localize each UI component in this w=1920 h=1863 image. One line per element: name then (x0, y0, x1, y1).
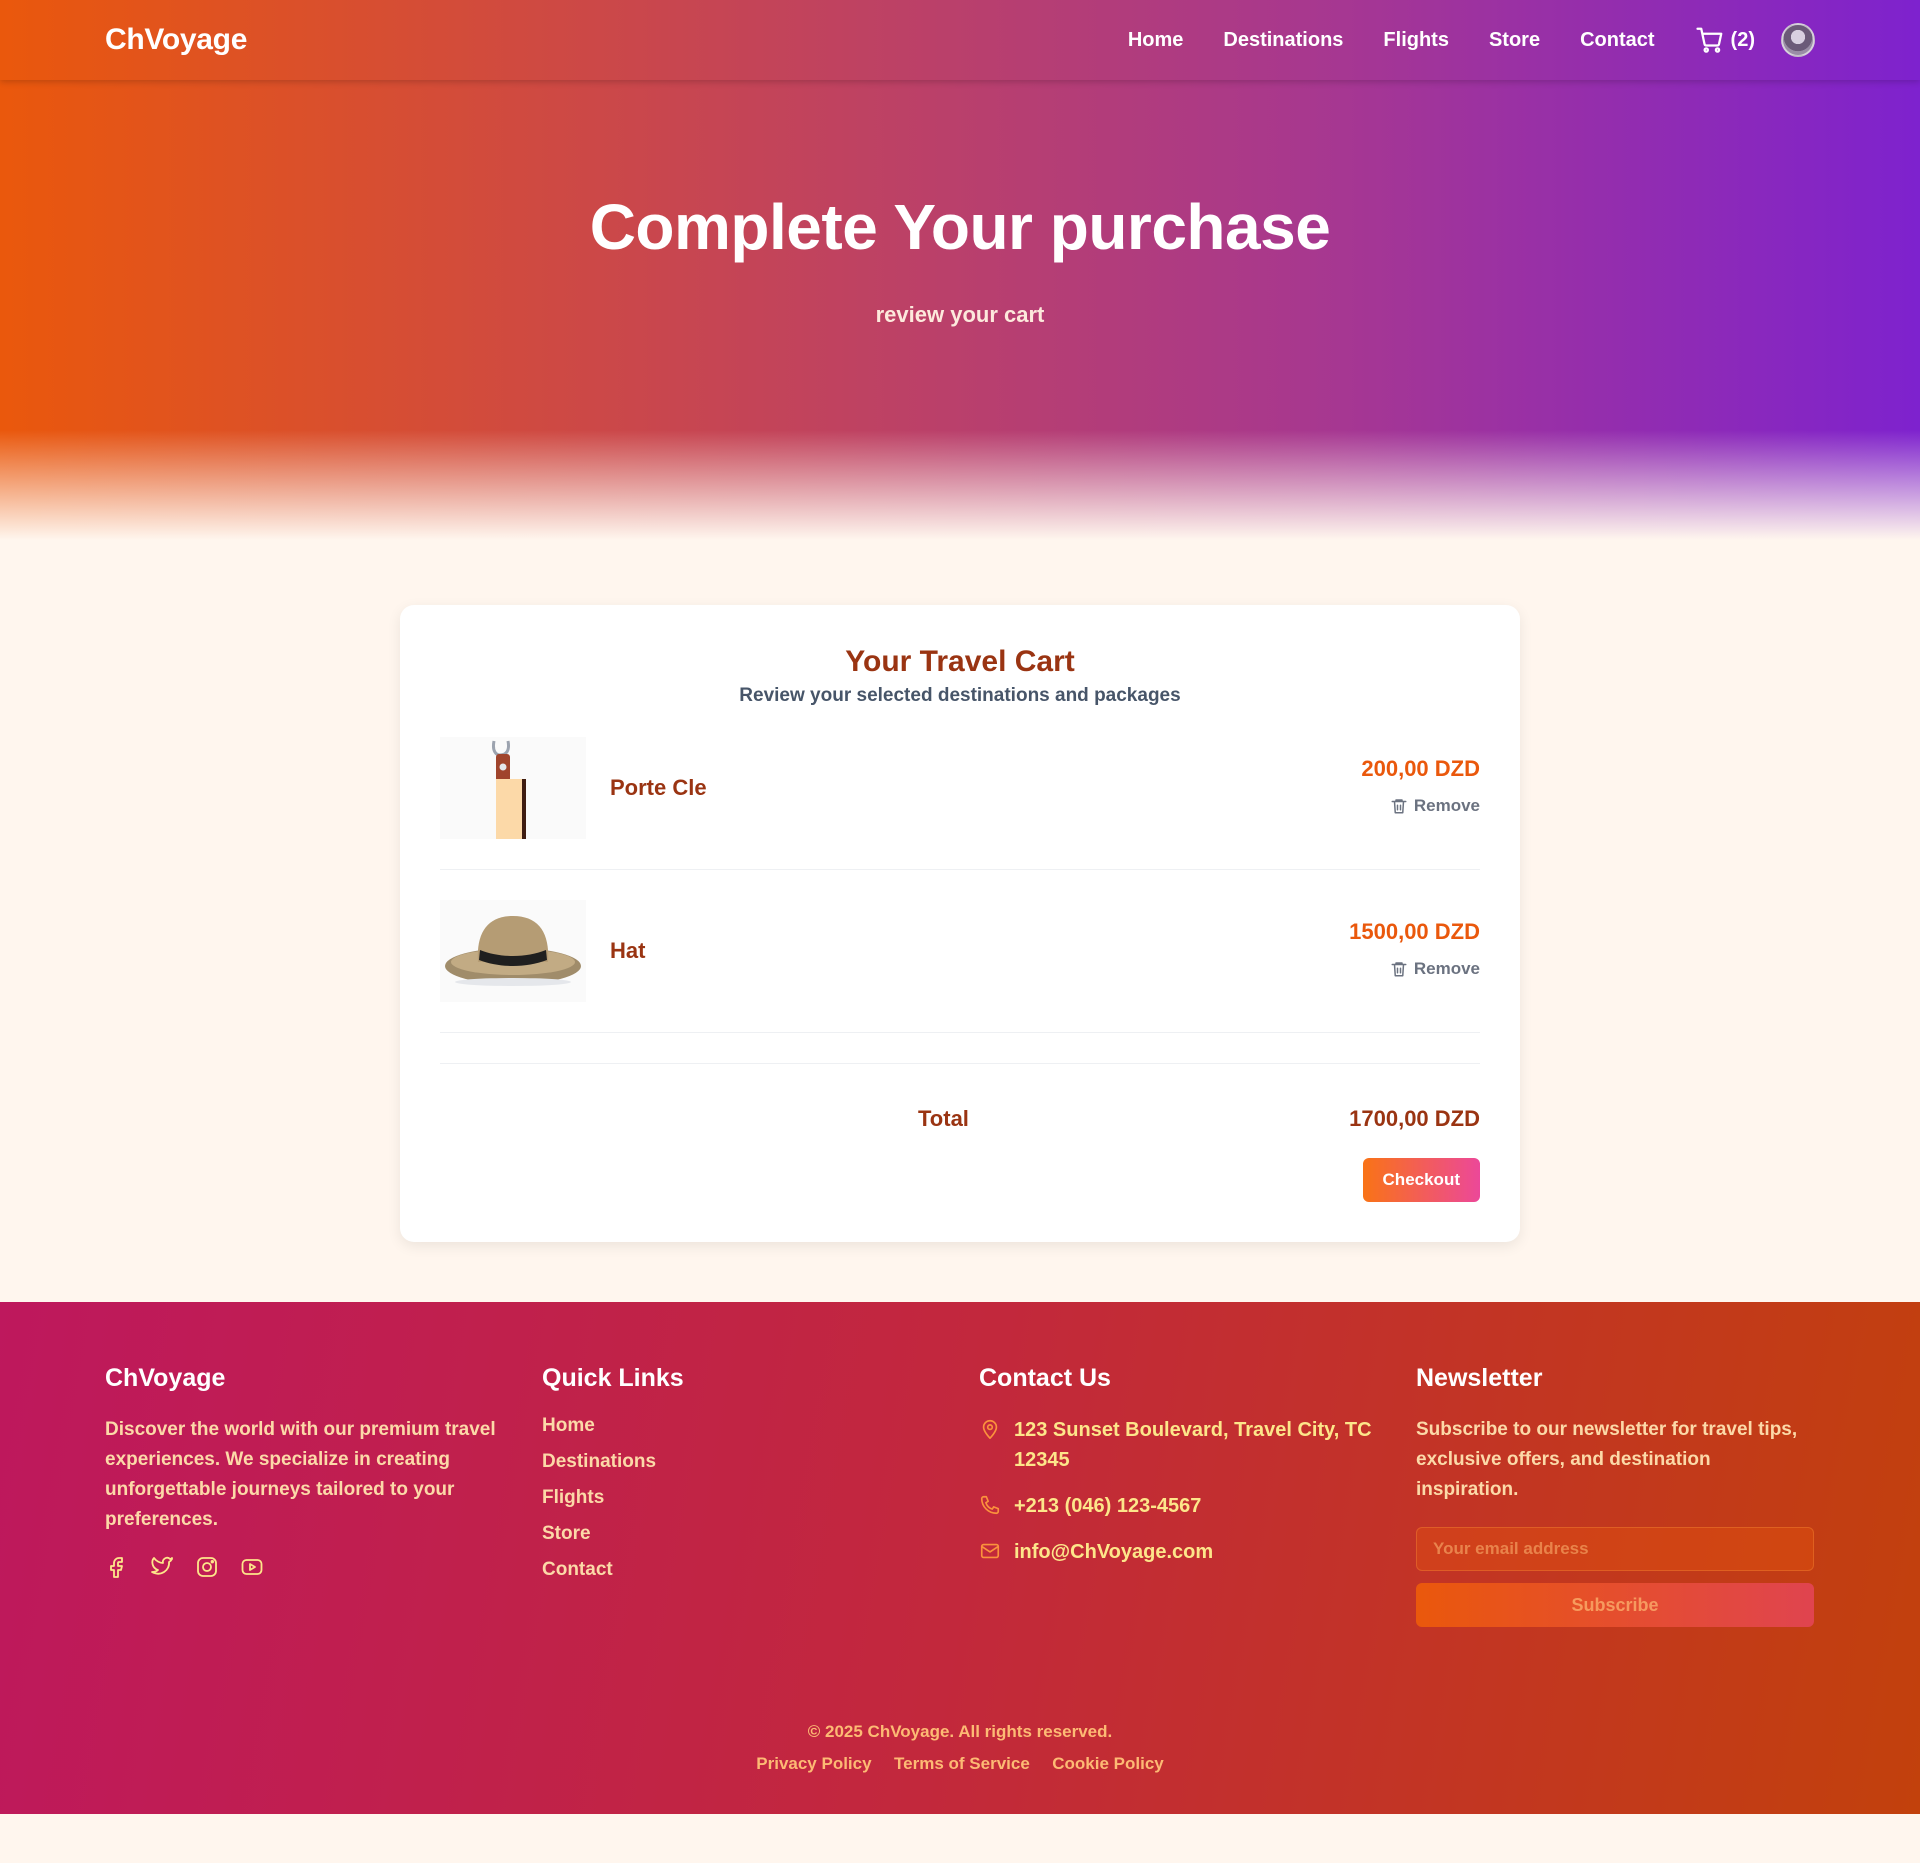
divider (440, 1063, 1480, 1064)
copyright: © 2025 ChVoyage. All rights reserved. (807, 1722, 1113, 1741)
nav-contact[interactable]: Contact (1580, 29, 1654, 52)
newsletter-email-input[interactable] (1416, 1527, 1814, 1571)
nav-store[interactable]: Store (1489, 29, 1540, 52)
footer: ChVoyage Discover the world with our pre… (0, 1302, 1920, 1814)
remove-button[interactable]: Remove (1390, 796, 1480, 816)
cart-count: (2) (1730, 28, 1755, 51)
hero-title: Complete Your purchase (589, 191, 1331, 263)
cart-subtitle: Review your selected destinations and pa… (739, 685, 1181, 706)
brand-logo[interactable]: ChVoyage (105, 23, 247, 57)
cart-item: Hat 1500,00 DZD Remove (440, 900, 1480, 1033)
nav-home[interactable]: Home (1128, 29, 1184, 52)
contact-email: info@ChVoyage.com (979, 1537, 1416, 1567)
newsletter-text: Subscribe to our newsletter for travel t… (1416, 1419, 1798, 1500)
footer-about: ChVoyage Discover the world with our pre… (105, 1364, 542, 1627)
cart-title: Your Travel Cart (845, 645, 1075, 678)
item-price: 1500,00 DZD (1349, 919, 1480, 944)
footer-quick-links: Quick Links Home Destinations Flights St… (542, 1364, 979, 1627)
footer-link-contact[interactable]: Contact (542, 1559, 613, 1580)
footer-link-destinations[interactable]: Destinations (542, 1451, 656, 1472)
item-name: Hat (610, 938, 646, 963)
total-label: Total (918, 1106, 969, 1131)
hero-text: Complete Your purchase review your cart (0, 190, 1920, 328)
item-price: 200,00 DZD (1361, 756, 1480, 781)
youtube-icon[interactable] (240, 1555, 264, 1579)
main-nav: Home Destinations Flights Store Contact … (1128, 23, 1815, 57)
trash-icon (1391, 962, 1407, 977)
hero-subtitle: review your cart (875, 302, 1045, 327)
contact-title: Contact Us (979, 1364, 1111, 1392)
cart-items: Porte Cle 200,00 DZD Remove Hat 1500,00 … (440, 737, 1480, 1033)
legal-links: Privacy Policy Terms of Service Cookie P… (105, 1754, 1815, 1774)
mail-icon (980, 1543, 1000, 1559)
facebook-icon[interactable] (105, 1555, 129, 1579)
terms-of-service-link[interactable]: Terms of Service (894, 1754, 1030, 1773)
cart-icon (1695, 27, 1722, 53)
privacy-policy-link[interactable]: Privacy Policy (756, 1754, 871, 1773)
social-links (105, 1555, 542, 1579)
cart-button[interactable]: (2) (1695, 25, 1755, 55)
footer-newsletter: Newsletter Subscribe to our newsletter f… (1416, 1364, 1814, 1627)
hero-section: ChVoyage Home Destinations Flights Store… (0, 0, 1920, 540)
nav-destinations[interactable]: Destinations (1223, 29, 1343, 52)
contact-phone: +213 (046) 123-4567 (979, 1491, 1416, 1521)
total-row: Total 1700,00 DZD (440, 1106, 1480, 1132)
map-pin-icon (982, 1419, 998, 1439)
trash-icon (1391, 799, 1407, 814)
remove-label: Remove (1413, 796, 1480, 815)
keychain-image (440, 737, 586, 839)
navbar: ChVoyage Home Destinations Flights Store… (0, 0, 1920, 80)
newsletter-title: Newsletter (1416, 1364, 1543, 1392)
user-avatar[interactable] (1781, 23, 1815, 57)
footer-about-text: Discover the world with our premium trav… (105, 1419, 496, 1530)
remove-button[interactable]: Remove (1390, 959, 1480, 979)
footer-contact: Contact Us 123 Sunset Boulevard, Travel … (979, 1364, 1416, 1627)
contact-address: 123 Sunset Boulevard, Travel City, TC 12… (979, 1415, 1416, 1475)
total-value: 1700,00 DZD (1349, 1106, 1480, 1131)
footer-brand: ChVoyage (105, 1364, 226, 1392)
subscribe-button[interactable]: Subscribe (1416, 1583, 1814, 1627)
twitter-icon[interactable] (150, 1555, 174, 1579)
item-name: Porte Cle (610, 775, 707, 800)
cart-item: Porte Cle 200,00 DZD Remove (440, 737, 1480, 870)
quick-links-title: Quick Links (542, 1364, 684, 1392)
phone-icon (980, 1495, 1000, 1515)
nav-flights[interactable]: Flights (1383, 29, 1449, 52)
footer-link-home[interactable]: Home (542, 1415, 595, 1436)
checkout-button[interactable]: Checkout (1362, 1158, 1480, 1202)
hat-image (440, 900, 586, 1002)
instagram-icon[interactable] (195, 1555, 219, 1579)
footer-link-store[interactable]: Store (542, 1523, 591, 1544)
remove-label: Remove (1413, 959, 1480, 978)
cookie-policy-link[interactable]: Cookie Policy (1052, 1754, 1163, 1773)
footer-link-flights[interactable]: Flights (542, 1487, 604, 1508)
cart-card: Your Travel Cart Review your selected de… (400, 605, 1520, 1242)
